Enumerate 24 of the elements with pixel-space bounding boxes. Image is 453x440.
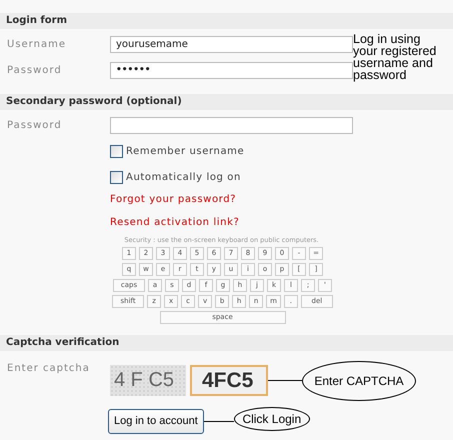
link[interactable]: Resend activation link? xyxy=(110,213,240,236)
leader-line xyxy=(204,420,234,422)
checkbox-label: Automatically log on xyxy=(126,170,241,184)
checkbox-label: Remember username xyxy=(126,144,244,158)
captcha-image: 4 F C5 xyxy=(110,365,186,396)
checkbox[interactable] xyxy=(110,144,123,158)
captcha-field[interactable]: 4FC5 xyxy=(190,365,268,396)
annotation-text: Log in using your registered username and password xyxy=(353,31,438,83)
login-button[interactable]: Log in to account xyxy=(108,408,204,434)
link[interactable]: Forgot your password? xyxy=(110,190,236,213)
callout-text: Click Login xyxy=(234,407,310,432)
section-heading: Login form xyxy=(0,13,453,29)
field-label: Password xyxy=(6,64,63,78)
field-label: Password xyxy=(6,118,63,132)
section-heading: Secondary password (optional) xyxy=(0,94,453,110)
field-label: Enter captcha xyxy=(6,362,91,376)
username-field[interactable]: yourusemame xyxy=(110,36,353,52)
section-heading: Captcha verification xyxy=(0,334,453,351)
field-label: Username xyxy=(6,38,67,52)
checkbox[interactable] xyxy=(110,170,123,184)
leader-line xyxy=(268,380,302,382)
password-field[interactable] xyxy=(110,116,353,134)
callout-text: Enter CAPTCHA xyxy=(302,360,416,401)
password-field[interactable]: •••••• xyxy=(110,62,353,78)
